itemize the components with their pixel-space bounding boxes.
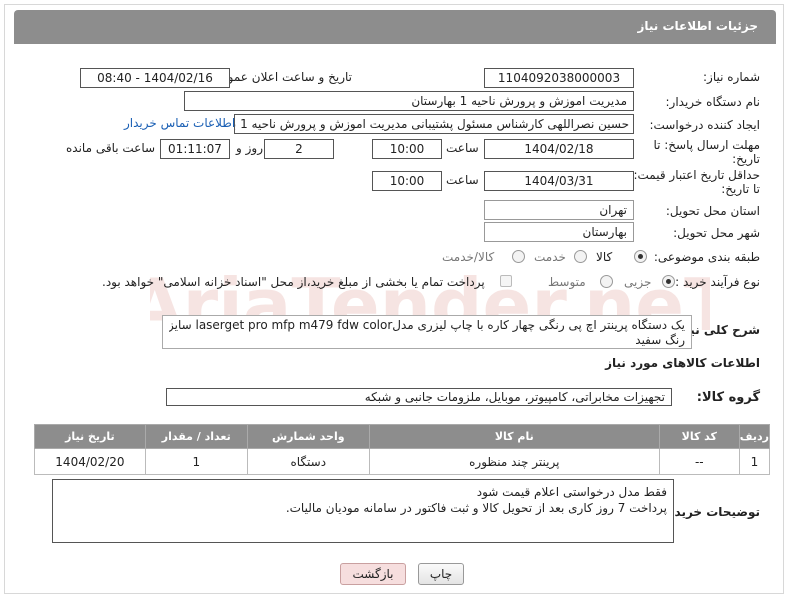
page-header: جزئیات اطلاعات نیاز xyxy=(14,10,776,44)
page-title: جزئیات اطلاعات نیاز xyxy=(637,19,758,33)
reply-deadline-label-date: تاریخ: xyxy=(732,152,760,166)
category-option-service: خدمت xyxy=(534,250,566,264)
process-radio-medium[interactable] xyxy=(600,275,613,288)
category-option-goods: کالا xyxy=(596,250,613,264)
price-validity-time: 10:00 xyxy=(372,171,442,191)
category-label: طبقه بندی موضوعی: xyxy=(653,250,760,264)
price-validity-date: 1404/03/31 xyxy=(484,171,634,191)
description-box: یک دستگاه پرینتر اچ پی رنگی چهار کاره با… xyxy=(162,315,692,349)
buyer-notes-line-1: فقط مدل درخواستی اعلام قیمت شود xyxy=(476,485,667,499)
cell-need-date: 1404/02/20 xyxy=(34,448,146,475)
remaining-days: 2 xyxy=(264,139,334,159)
reply-time-label: ساعت xyxy=(446,141,479,155)
col-unit: واحد شمارش xyxy=(246,424,370,449)
col-goods-code: کد کالا xyxy=(658,424,740,449)
delivery-city-label: شهر محل تحویل: xyxy=(673,226,760,240)
need-number-label: شماره نیاز: xyxy=(703,70,760,84)
reply-deadline-date: 1404/02/18 xyxy=(484,139,634,159)
back-button[interactable]: بازگشت xyxy=(340,563,406,585)
col-quantity: تعداد / مقدار xyxy=(144,424,248,449)
price-validity-label: حداقل تاریخ اعتبار قیمت: xyxy=(633,168,760,182)
buyer-contact-link[interactable]: اطلاعات تماس خریدار xyxy=(124,116,235,130)
requester-field: حسین نصراللهی کارشناس مسئول پشتیبانی مدی… xyxy=(234,114,634,134)
need-number-field: 1104092038000003 xyxy=(484,68,634,88)
announce-datetime-field: 1404/02/16 - 08:40 xyxy=(80,68,230,88)
purchase-process-label: نوع فرآیند خرید : xyxy=(675,275,760,289)
col-row-number: ردیف xyxy=(738,424,771,449)
delivery-province-field: تهران xyxy=(484,200,634,220)
days-label: روز و xyxy=(236,141,263,155)
cell-row-number: 1 xyxy=(738,448,771,475)
process-radio-minor[interactable] xyxy=(662,275,675,288)
goods-section-title: اطلاعات کالاهای مورد نیاز xyxy=(605,356,760,370)
category-radio-goods-service[interactable] xyxy=(512,250,525,263)
delivery-province-label: استان محل تحویل: xyxy=(665,204,760,218)
buyer-org-field: مدیریت اموزش و پرورش ناحیه 1 بهارستان xyxy=(184,91,634,111)
process-option-medium: متوسط xyxy=(548,275,586,289)
cell-goods-code: -- xyxy=(658,448,740,475)
table-row: 1 -- پرینتر چند منظوره دستگاه 1 1404/02/… xyxy=(34,448,771,475)
buyer-notes-box: فقط مدل درخواستی اعلام قیمت شود پرداخت 7… xyxy=(52,479,674,543)
price-validity-time-label: ساعت xyxy=(446,173,479,187)
buyer-org-label: نام دستگاه خریدار: xyxy=(665,95,761,109)
category-option-goods-service: کالا/خدمت xyxy=(442,250,495,264)
goods-table: ردیف کد کالا نام کالا واحد شمارش تعداد /… xyxy=(34,424,771,475)
treasury-checkbox[interactable] xyxy=(500,275,512,287)
category-radio-service[interactable] xyxy=(574,250,587,263)
col-goods-name: نام کالا xyxy=(368,424,660,449)
print-button[interactable]: چاپ xyxy=(418,563,464,585)
cell-quantity: 1 xyxy=(144,448,248,475)
goods-group-label: گروه کالا: xyxy=(696,390,760,405)
category-radio-goods[interactable] xyxy=(634,250,647,263)
remaining-time-label: ساعت باقی مانده xyxy=(66,141,156,155)
requester-label: ایجاد کننده درخواست: xyxy=(649,118,760,132)
description-line-2: رنگ سفید xyxy=(635,333,685,347)
cell-unit: دستگاه xyxy=(246,448,370,475)
treasury-note: پرداخت تمام یا بخشی از مبلغ خرید،از محل … xyxy=(102,275,485,289)
description-line-1: یک دستگاه پرینتر اچ پی رنگی چهار کاره با… xyxy=(169,318,685,332)
goods-table-header: ردیف کد کالا نام کالا واحد شمارش تعداد /… xyxy=(34,424,771,449)
goods-group-field: تجهیزات مخابراتی، کامپیوتر، موبایل، ملزو… xyxy=(166,388,672,406)
delivery-city-field: بهارستان xyxy=(484,222,634,242)
price-validity-label-date: تا تاریخ: xyxy=(721,182,760,196)
cell-goods-name: پرینتر چند منظوره xyxy=(368,448,660,475)
process-option-minor: جزیی xyxy=(624,275,652,289)
col-need-date: تاریخ نیاز xyxy=(34,424,146,449)
reply-deadline-time: 10:00 xyxy=(372,139,442,159)
remaining-time: 01:11:07 xyxy=(160,139,230,159)
buyer-notes-line-2: پرداخت 7 روز کاری بعد از تحویل کالا و ثب… xyxy=(285,501,667,515)
reply-deadline-label: مهلت ارسال پاسخ: تا xyxy=(653,138,760,152)
